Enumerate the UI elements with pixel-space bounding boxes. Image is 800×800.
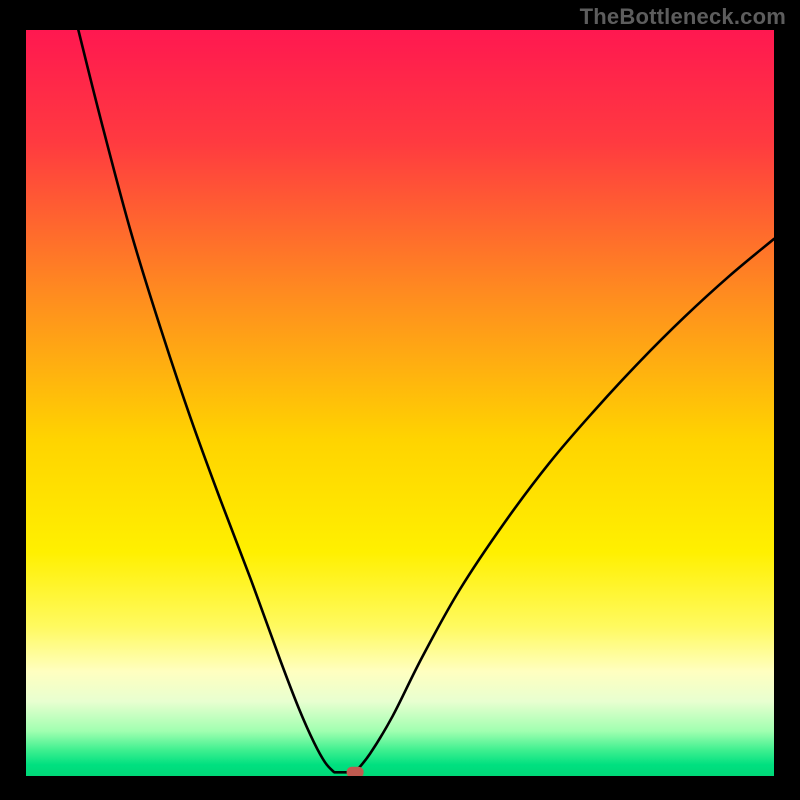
- watermark-label: TheBottleneck.com: [580, 4, 786, 30]
- gradient-background: [26, 30, 774, 776]
- chart-frame: TheBottleneck.com: [0, 0, 800, 800]
- plot-area: [26, 30, 774, 776]
- chart-svg: [26, 30, 774, 776]
- minimum-marker: [347, 767, 364, 776]
